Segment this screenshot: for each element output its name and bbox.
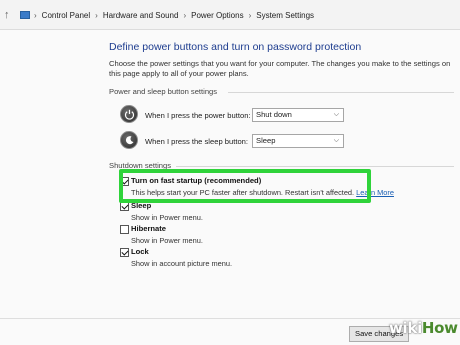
power-button-label: When I press the power button: [145,111,251,120]
chevron-down-icon: ⌵ [333,137,339,144]
power-button-icon [120,105,138,123]
page-title: Define power buttons and turn on passwor… [109,41,362,53]
breadcrumb-system-settings[interactable]: System Settings [256,11,314,20]
sleep-button-value: Sleep [256,136,276,145]
breadcrumb-separator: › [183,10,187,20]
fast-startup-highlight [119,169,371,203]
watermark-wiki: wiki [389,319,422,337]
section-divider [176,166,454,167]
power-sleep-section-label: Power and sleep button settings [109,87,218,96]
watermark-how: How [421,319,458,337]
address-bar[interactable]: ↑ › Control Panel › Hardware and Sound ›… [0,0,460,30]
power-button-dropdown[interactable]: Shut down ⌵ [252,108,344,122]
breadcrumb-control-panel[interactable]: Control Panel [42,11,90,20]
hibernate-option-desc: Show in Power menu. [131,236,203,245]
sleep-option-desc: Show in Power menu. [131,213,203,222]
up-arrow-icon[interactable]: ↑ [4,9,16,21]
control-panel-icon [20,11,30,19]
hibernate-checkbox[interactable] [120,225,129,234]
hibernate-option-title: Hibernate [131,224,167,233]
lock-option-title: Lock [131,247,149,256]
breadcrumb-separator: › [34,10,37,20]
sleep-button-label: When I press the sleep button: [145,137,248,146]
chevron-down-icon: ⌵ [333,111,339,118]
breadcrumb-separator: › [248,10,252,20]
breadcrumb-separator: › [95,10,98,20]
breadcrumb-power-options[interactable]: Power Options [191,11,243,20]
page-intro: Choose the power settings that you want … [109,59,451,78]
lock-checkbox[interactable] [120,248,129,257]
section-divider [228,92,454,93]
breadcrumb-hardware-and-sound[interactable]: Hardware and Sound [103,11,179,20]
wikihow-watermark: wikiHow [389,319,458,337]
sleep-button-dropdown[interactable]: Sleep ⌵ [252,134,344,148]
sleep-button-icon [120,131,138,149]
power-button-value: Shut down [256,110,292,119]
lock-option-desc: Show in account picture menu. [131,259,233,268]
breadcrumb: › Control Panel › Hardware and Sound › P… [34,0,314,30]
sleep-checkbox[interactable] [120,202,129,211]
